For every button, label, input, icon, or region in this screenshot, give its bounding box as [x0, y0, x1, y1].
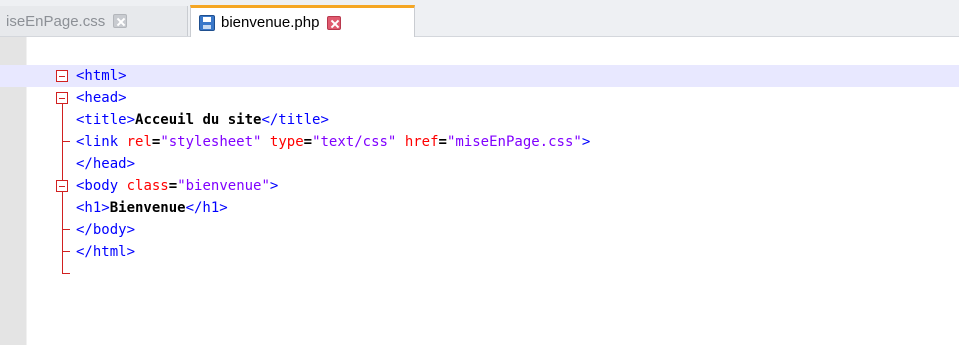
href-attribute: href: [404, 134, 439, 150]
rel-attribute: rel: [126, 134, 152, 150]
code-editor[interactable]: <html> <head> <title>Acceuil du site</ti…: [0, 65, 959, 274]
code-line[interactable]: </head>: [0, 153, 959, 175]
equals-sign: =: [438, 134, 447, 150]
save-file-icon: [199, 14, 215, 31]
link-close-bracket: >: [581, 134, 591, 150]
close-tab-icon[interactable]: [327, 15, 342, 30]
title-open-tag: <title>: [76, 112, 136, 128]
code-line[interactable]: <html>: [0, 65, 959, 87]
tab-bienvenue-php[interactable]: bienvenue.php: [190, 5, 415, 37]
fold-collapse-icon[interactable]: [56, 92, 68, 104]
type-attribute: type: [269, 134, 304, 150]
h1-text: Bienvenue: [109, 200, 186, 216]
tab-bar: iseEnPage.css bienvenue.php: [0, 0, 959, 37]
type-value: "text/css": [312, 134, 397, 150]
fold-collapse-icon[interactable]: [56, 180, 68, 192]
h1-close-tag: </h1>: [185, 200, 228, 216]
title-close-tag: </title>: [261, 112, 329, 128]
body-open-tag: <body: [76, 178, 119, 194]
code-line[interactable]: <head>: [0, 87, 959, 109]
code-line[interactable]: <link rel="stylesheet" type="text/css" h…: [0, 131, 959, 153]
tab-misenpage-css[interactable]: iseEnPage.css: [0, 6, 188, 36]
tab-label: bienvenue.php: [221, 14, 320, 31]
code-line[interactable]: <h1>Bienvenue</h1>: [0, 197, 959, 219]
equals-sign: =: [303, 134, 313, 150]
head-open-tag: <head>: [76, 90, 127, 106]
class-attribute: class: [126, 178, 169, 194]
fold-tick: [62, 273, 70, 274]
close-tab-icon[interactable]: [113, 14, 128, 28]
equals-sign: =: [168, 178, 178, 194]
head-close-tag: </head>: [76, 156, 136, 172]
code-line[interactable]: </body>: [0, 219, 959, 241]
h1-open-tag: <h1>: [76, 200, 110, 216]
tab-label: iseEnPage.css: [6, 12, 106, 30]
code-line[interactable]: </html>: [0, 241, 959, 263]
fold-collapse-icon[interactable]: [56, 70, 68, 82]
code-line[interactable]: <body class="bienvenue">: [0, 175, 959, 197]
class-value: "bienvenue": [177, 178, 270, 194]
href-value: "miseEnPage.css": [446, 134, 582, 150]
body-close-tag: </body>: [76, 222, 136, 238]
code-line[interactable]: <title>Acceuil du site</title>: [0, 109, 959, 131]
html-close-tag: </html>: [76, 244, 136, 260]
title-text: Acceuil du site: [135, 112, 262, 128]
rel-value: "stylesheet": [160, 134, 262, 150]
body-close-bracket: >: [269, 178, 279, 194]
link-open-tag: <link: [76, 134, 119, 150]
html-open-tag: <html>: [76, 68, 127, 84]
